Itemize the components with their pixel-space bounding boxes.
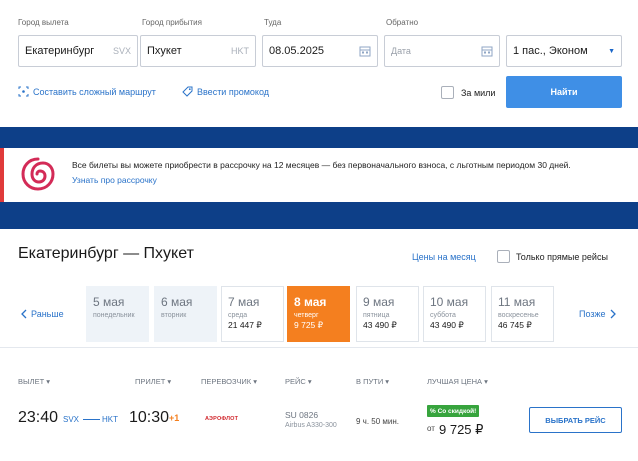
direct-only-label: Только прямые рейсы	[516, 252, 608, 262]
date-tab[interactable]: 11 мая воскресенье 46 745 ₽	[491, 286, 554, 342]
depart-date-field[interactable]: 08.05.2025	[262, 35, 378, 67]
calendar-icon[interactable]	[481, 45, 493, 57]
date-tab-date: 6 мая	[161, 295, 193, 309]
route-title: Екатеринбург — Пхукет	[18, 245, 194, 262]
next-dates-button[interactable]: Позже	[579, 309, 617, 319]
arrival-code: HKT	[102, 415, 118, 424]
date-tab-weekday: среда	[228, 312, 248, 319]
discount-badge: % Со скидкой!	[427, 405, 480, 417]
date-tab-date: 5 мая	[93, 295, 125, 309]
date-tab-date: 10 мая	[430, 295, 469, 309]
find-button[interactable]: Найти	[506, 76, 622, 108]
col-flight-header[interactable]: РЕЙС ▾	[285, 377, 312, 386]
tag-icon	[182, 86, 193, 97]
flight-duration: 9 ч. 50 мин.	[356, 417, 400, 426]
next-label: Позже	[579, 309, 606, 319]
arrival-time: 10:30	[129, 409, 170, 426]
flight-price: 9 725 ₽	[439, 422, 484, 437]
miles-label: За мили	[461, 88, 496, 98]
date-tab-price: 9 725 ₽	[294, 320, 324, 330]
flight-number: SU 0826	[285, 410, 319, 420]
miles-checkbox[interactable]	[441, 86, 454, 99]
installment-link[interactable]: Узнать про рассрочку	[72, 175, 157, 185]
return-placeholder: Дата	[391, 46, 411, 56]
to-code: HKT	[231, 46, 249, 56]
to-value: Пхукет	[147, 45, 182, 57]
route-line	[83, 419, 100, 420]
aeroflot-logo: АЭРОФЛОТ	[205, 416, 239, 422]
date-tab[interactable]: 7 мая среда 21 447 ₽	[221, 286, 284, 342]
installment-banner: Все билеты вы можете приобрести в рассро…	[0, 148, 638, 202]
date-tab[interactable]: 10 мая суббота 43 490 ₽	[423, 286, 486, 342]
col-duration-header[interactable]: В ПУТИ ▾	[356, 377, 389, 386]
route-icon	[18, 86, 29, 97]
complex-route-label: Составить сложный маршрут	[33, 86, 156, 97]
date-tab-date: 9 мая	[363, 295, 395, 309]
return-date-field[interactable]: Дата	[384, 35, 500, 67]
date-tab-price: 21 447 ₽	[228, 320, 262, 330]
date-tab[interactable]: 9 мая пятница 43 490 ₽	[356, 286, 419, 342]
departure-time: 23:40	[18, 409, 59, 426]
select-flight-button[interactable]: ВЫБРАТЬ РЕЙС	[529, 407, 622, 433]
date-tab[interactable]: 5 мая понедельник	[86, 286, 149, 342]
results-panel: Екатеринбург — Пхукет Цены на месяц Толь…	[0, 229, 638, 461]
promo-link[interactable]: Ввести промокод	[182, 86, 269, 97]
complex-route-link[interactable]: Составить сложный маршрут	[18, 86, 156, 97]
return-label: Обратно	[386, 18, 419, 27]
aircraft-type: Airbus A330-300	[285, 422, 337, 429]
date-tab-weekday: воскресенье	[498, 312, 539, 319]
to-field[interactable]: Пхукет HKT	[140, 35, 256, 67]
calendar-icon[interactable]	[359, 45, 371, 57]
date-tab-weekday: вторник	[161, 312, 187, 319]
departure-code: SVX	[63, 415, 80, 424]
chevron-right-icon	[610, 309, 616, 319]
col-arrival-header[interactable]: ПРИЛЕТ ▾	[135, 377, 171, 386]
depart-label: Туда	[264, 18, 282, 27]
chevron-down-icon: ▼	[608, 47, 615, 55]
to-label: Город прибытия	[142, 18, 202, 27]
date-tab[interactable]: 6 мая вторник	[154, 286, 217, 342]
plus-day-badge: +1	[169, 413, 180, 423]
banner-text: Все билеты вы можете приобрести в рассро…	[72, 160, 571, 170]
date-tab-date: 7 мая	[228, 295, 260, 309]
col-price-header[interactable]: ЛУЧШАЯ ЦЕНА ▾	[427, 377, 488, 386]
date-tab-weekday: четверг	[294, 312, 319, 319]
col-departure-header[interactable]: ВЫЛЕТ ▾	[18, 377, 50, 386]
month-prices-link[interactable]: Цены на месяц	[412, 252, 476, 262]
date-tab-selected[interactable]: 8 мая четверг 9 725 ₽	[287, 286, 350, 342]
date-tab-date: 11 мая	[498, 295, 536, 309]
date-tab-weekday: пятница	[363, 312, 390, 319]
prev-dates-button[interactable]: Раньше	[20, 309, 64, 319]
from-value: Екатеринбург	[25, 45, 95, 57]
chevron-left-icon	[21, 309, 27, 319]
direct-only-checkbox[interactable]	[497, 250, 510, 263]
depart-value: 08.05.2025	[269, 45, 325, 57]
date-tab-weekday: суббота	[430, 312, 456, 319]
date-tab-price: 46 745 ₽	[498, 320, 532, 330]
date-tab-date: 8 мая	[294, 295, 327, 309]
price-prefix: от	[427, 424, 435, 433]
from-label: Город вылета	[18, 18, 69, 27]
search-panel: Город вылета Екатеринбург SVX Город приб…	[0, 0, 638, 127]
passengers-select[interactable]: 1 пас., Эконом ▼	[506, 35, 622, 67]
promo-label: Ввести промокод	[197, 86, 270, 97]
date-tab-weekday: понедельник	[93, 312, 135, 319]
from-field[interactable]: Екатеринбург SVX	[18, 35, 138, 67]
divider	[0, 347, 638, 348]
passengers-value: 1 пас., Эконом	[513, 45, 588, 57]
col-carrier-header[interactable]: ПЕРЕВОЗЧИК ▾	[201, 377, 257, 386]
date-tab-price: 43 490 ₽	[430, 320, 464, 330]
date-tab-price: 43 490 ₽	[363, 320, 397, 330]
installment-logo-icon	[21, 157, 55, 191]
from-code: SVX	[112, 46, 131, 56]
prev-label: Раньше	[31, 309, 64, 319]
